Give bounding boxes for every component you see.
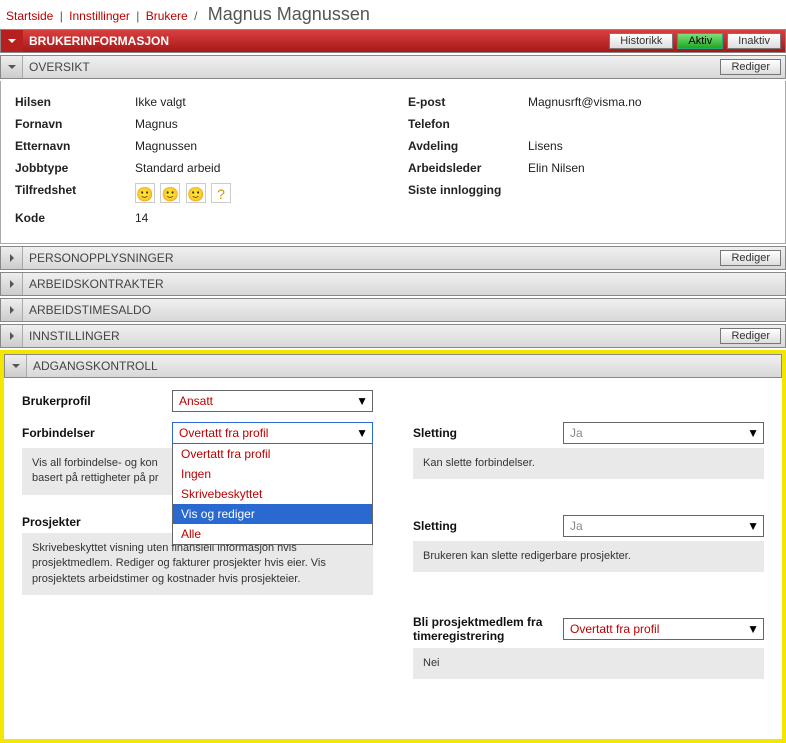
breadcrumb-sep: / — [194, 9, 197, 23]
label-avdeling: Avdeling — [408, 139, 528, 153]
collapse-toggle[interactable] — [5, 355, 27, 377]
history-button[interactable]: Historikk — [609, 33, 673, 49]
label-forbindelser: Forbindelser — [22, 426, 172, 440]
smiley-icon[interactable]: 🙂 — [135, 183, 155, 203]
section-header-arbeidskontrakter: ARBEIDSKONTRAKTER — [0, 272, 786, 296]
edit-button[interactable]: Rediger — [720, 328, 781, 344]
value-hilsen: Ikke valgt — [135, 95, 378, 109]
label-arbeidsleder: Arbeidsleder — [408, 161, 528, 175]
section-header-personopplysninger: PERSONOPPLYSNINGER Rediger — [0, 246, 786, 270]
section-header-innstillinger: INNSTILLINGER Rediger — [0, 324, 786, 348]
value-siste-innlogging — [528, 183, 771, 197]
section-header-adgangskontroll: ADGANGSKONTROLL — [4, 354, 782, 378]
section-header-arbeidstimesaldo: ARBEIDSTIMESALDO — [0, 298, 786, 322]
overview-panel: HilsenIkke valgt FornavnMagnus Etternavn… — [0, 81, 786, 244]
select-value: Overtatt fra profil — [570, 622, 659, 636]
label-bli-prosjektmedlem: Bli prosjektmedlem fra timeregistrering — [413, 615, 563, 644]
section-title: PERSONOPPLYSNINGER — [29, 251, 720, 265]
value-kode: 14 — [135, 211, 378, 225]
active-button[interactable]: Aktiv — [677, 33, 723, 49]
help-icon[interactable]: ? — [211, 183, 231, 203]
value-arbeidsleder: Elin Nilsen — [528, 161, 771, 175]
label-epost: E-post — [408, 95, 528, 109]
label-sletting: Sletting — [413, 519, 563, 533]
section-header-oversikt: OVERSIKT Rediger — [0, 55, 786, 79]
chevron-down-icon: ▼ — [747, 622, 759, 636]
label-telefon: Telefon — [408, 117, 528, 131]
inactive-button[interactable]: Inaktiv — [727, 33, 781, 49]
label-siste-innlogging: Siste innlogging — [408, 183, 528, 197]
select-value: Overtatt fra profil — [179, 426, 268, 440]
expand-toggle[interactable] — [1, 299, 23, 321]
chevron-down-icon: ▼ — [356, 426, 368, 440]
expand-toggle[interactable] — [1, 273, 23, 295]
collapse-toggle[interactable] — [1, 56, 23, 78]
expand-toggle[interactable] — [1, 325, 23, 347]
value-jobbtype: Standard arbeid — [135, 161, 378, 175]
chevron-down-icon: ▼ — [747, 519, 759, 533]
section-title: INNSTILLINGER — [29, 329, 720, 343]
section-title: ARBEIDSTIMESALDO — [29, 303, 785, 317]
desc-bli-prosjektmedlem: Nei — [413, 648, 764, 679]
label-tilfredshet: Tilfredshet — [15, 183, 135, 203]
dropdown-forbindelser: Overtatt fra profil Ingen Skrivebeskytte… — [172, 444, 373, 545]
dropdown-option[interactable]: Ingen — [173, 464, 372, 484]
breadcrumb-current: Magnus Magnussen — [208, 4, 370, 24]
value-tilfredshet: 🙂 🙂 🙂 ? — [135, 183, 378, 203]
label-sletting: Sletting — [413, 426, 563, 440]
breadcrumb-link-innstillinger[interactable]: Innstillinger — [69, 9, 130, 23]
label-kode: Kode — [15, 211, 135, 225]
desc-text: Vis all forbindelse- og kon — [32, 457, 158, 469]
breadcrumb-sep: | — [60, 9, 63, 23]
label-jobbtype: Jobbtype — [15, 161, 135, 175]
value-avdeling: Lisens — [528, 139, 771, 153]
dropdown-option[interactable]: Alle — [173, 524, 372, 544]
select-forbindelser[interactable]: Overtatt fra profil ▼ — [172, 422, 373, 444]
dropdown-option[interactable]: Skrivebeskyttet — [173, 484, 372, 504]
select-value: Ja — [570, 426, 583, 440]
breadcrumb-sep: | — [136, 9, 139, 23]
highlighted-region: ADGANGSKONTROLL Brukerprofil Ansatt ▼ Fo… — [0, 350, 786, 743]
select-sletting-prosjekter[interactable]: Ja ▼ — [563, 515, 764, 537]
value-telefon — [528, 117, 771, 131]
label-fornavn: Fornavn — [15, 117, 135, 131]
dropdown-option-selected[interactable]: Vis og rediger — [173, 504, 372, 524]
select-value: Ansatt — [179, 394, 213, 408]
smiley-icon[interactable]: 🙂 — [160, 183, 180, 203]
section-title: OVERSIKT — [29, 60, 720, 74]
expand-toggle[interactable] — [1, 247, 23, 269]
collapse-toggle[interactable] — [1, 30, 23, 52]
desc-text: basert på rettigheter på pr — [32, 472, 159, 484]
chevron-down-icon: ▼ — [747, 426, 759, 440]
breadcrumb: Startside | Innstillinger | Brukere / Ma… — [0, 0, 786, 29]
section-title: ADGANGSKONTROLL — [33, 359, 781, 373]
breadcrumb-link-brukere[interactable]: Brukere — [146, 9, 188, 23]
select-bli-prosjektmedlem[interactable]: Overtatt fra profil ▼ — [563, 618, 764, 640]
select-brukerprofil[interactable]: Ansatt ▼ — [172, 390, 373, 412]
value-etternavn: Magnussen — [135, 139, 378, 153]
label-hilsen: Hilsen — [15, 95, 135, 109]
label-etternavn: Etternavn — [15, 139, 135, 153]
label-prosjekter: Prosjekter — [22, 515, 172, 529]
dropdown-option[interactable]: Overtatt fra profil — [173, 444, 372, 464]
select-sletting-forbindelser[interactable]: Ja ▼ — [563, 422, 764, 444]
select-value: Ja — [570, 519, 583, 533]
label-brukerprofil: Brukerprofil — [22, 394, 172, 408]
breadcrumb-link-startside[interactable]: Startside — [6, 9, 53, 23]
desc-sletting-forbindelser: Kan slette forbindelser. — [413, 448, 764, 479]
value-epost: Magnusrft@visma.no — [528, 95, 771, 109]
section-header-brukerinfo: BRUKERINFORMASJON Historikk Aktiv Inakti… — [0, 29, 786, 53]
access-panel: Brukerprofil Ansatt ▼ Forbindelser Overt… — [4, 378, 782, 739]
edit-button[interactable]: Rediger — [720, 250, 781, 266]
value-fornavn: Magnus — [135, 117, 378, 131]
edit-button[interactable]: Rediger — [720, 59, 781, 75]
section-title: ARBEIDSKONTRAKTER — [29, 277, 785, 291]
section-title: BRUKERINFORMASJON — [29, 34, 609, 48]
desc-sletting-prosjekter: Brukeren kan slette redigerbare prosjekt… — [413, 541, 764, 572]
smiley-icon[interactable]: 🙂 — [186, 183, 206, 203]
chevron-down-icon: ▼ — [356, 394, 368, 408]
